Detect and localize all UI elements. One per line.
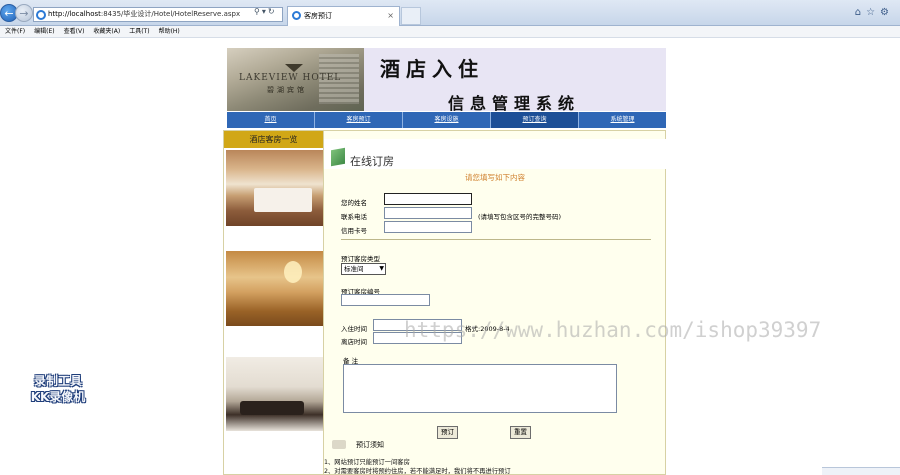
submit-button[interactable]: 预订 bbox=[437, 426, 458, 439]
room-type-value: 标准间 bbox=[344, 265, 364, 273]
cube-icon bbox=[331, 147, 345, 167]
new-tab-button[interactable] bbox=[401, 7, 421, 25]
browser-right-icons: ⌂☆⚙ bbox=[855, 7, 894, 18]
card-label: 信用卡号 bbox=[341, 227, 367, 235]
room-type-label: 预订客房类型 bbox=[341, 255, 380, 263]
checkout-label: 离店时间 bbox=[341, 338, 367, 346]
room-type-select[interactable]: 标准间 ▼ bbox=[341, 263, 386, 275]
rule-text-2: 2、对需要客房时将预约住房，若不能满足时，我们将不再进行预订 bbox=[324, 468, 511, 475]
rules-title: 预订须知 bbox=[356, 441, 384, 449]
watermark-text: https://www.huzhan.com/ishop39397 bbox=[404, 318, 822, 342]
tab-ie-icon bbox=[292, 11, 301, 20]
nav-system-admin[interactable]: 系统管理 bbox=[579, 112, 666, 128]
nav-room-booking[interactable]: 客房预订 bbox=[315, 112, 403, 128]
recorder-label-line1: 录制工具 bbox=[33, 374, 82, 388]
menu-bar: 文件(F) 编辑(E) 查看(V) 收藏夹(A) 工具(T) 帮助(H) bbox=[0, 26, 900, 38]
home-icon[interactable]: ⌂ bbox=[855, 7, 866, 18]
logo-english: LAKEVIEW HOTEL bbox=[239, 73, 342, 83]
site-banner: LAKEVIEW HOTEL 碧湖宾馆 酒店入住 信息管理系统 bbox=[227, 48, 666, 113]
lamp-image bbox=[284, 261, 302, 283]
reset-button[interactable]: 重置 bbox=[510, 426, 531, 439]
browser-tab[interactable]: 客房预订 × bbox=[287, 6, 400, 26]
address-path: :8435/毕业设计/Hotel/HotelReserve.aspx bbox=[100, 10, 241, 18]
forward-button[interactable]: → bbox=[15, 4, 33, 22]
nav-home[interactable]: 首页 bbox=[227, 112, 315, 128]
room-number-input[interactable] bbox=[341, 294, 430, 306]
menu-edit[interactable]: 编辑(E) bbox=[34, 26, 54, 38]
menu-tools[interactable]: 工具(T) bbox=[129, 26, 149, 38]
card-input[interactable] bbox=[384, 221, 472, 233]
sofa-image bbox=[240, 401, 304, 415]
rules-header: 预订须知 bbox=[330, 439, 390, 451]
rule-item-1: 1、网站预订只能预订一间客房 bbox=[324, 457, 410, 466]
refresh-icon[interactable]: ↻ bbox=[268, 7, 277, 16]
phone-label: 联系电话 bbox=[341, 213, 367, 221]
room-photo-3 bbox=[226, 357, 323, 431]
search-icon[interactable]: ⚲ bbox=[254, 7, 262, 16]
recorder-label-line2: KK录像机 bbox=[30, 390, 86, 404]
main-nav: 首页 客房预订 客房设施 预订查询 系统管理 bbox=[227, 112, 666, 128]
ie-icon bbox=[36, 10, 46, 20]
favorites-icon[interactable]: ☆ bbox=[866, 7, 880, 18]
form-divider bbox=[341, 239, 651, 240]
nav-booking-query[interactable]: 预订查询 bbox=[491, 112, 579, 128]
pencil-icon bbox=[332, 440, 346, 449]
form-hint: 请您填写如下内容 bbox=[465, 173, 525, 182]
gear-icon[interactable]: ⚙ bbox=[880, 7, 894, 18]
logo-chinese: 碧湖宾馆 bbox=[267, 86, 307, 94]
browser-titlebar: ← → http://localhost:8435/毕业设计/Hotel/Hot… bbox=[0, 0, 900, 26]
room-photo-2 bbox=[226, 251, 323, 326]
remark-textarea[interactable] bbox=[343, 364, 617, 413]
phone-note: (请填写包含区号的完整号码) bbox=[478, 213, 562, 221]
status-bar bbox=[822, 467, 900, 475]
menu-favorites[interactable]: 收藏夹(A) bbox=[93, 26, 120, 38]
hotel-logo-mark bbox=[285, 64, 303, 72]
content-header: 在线订房 bbox=[324, 139, 666, 169]
bed-image bbox=[254, 188, 312, 212]
sidebar-title: 酒店客房一览 bbox=[224, 131, 323, 148]
checkin-label: 入住时间 bbox=[341, 325, 367, 333]
menu-help[interactable]: 帮助(H) bbox=[159, 26, 180, 38]
chevron-down-icon: ▼ bbox=[379, 265, 384, 272]
menu-file[interactable]: 文件(F) bbox=[5, 26, 25, 38]
banner-title-line1: 酒店入住 bbox=[380, 57, 484, 81]
tab-title: 客房预订 bbox=[304, 12, 332, 20]
address-bar[interactable]: http://localhost:8435/毕业设计/Hotel/HotelRe… bbox=[33, 7, 283, 22]
rule-text-1: 1、网站预订只能预订一间客房 bbox=[324, 459, 410, 466]
hotel-logo-photo: LAKEVIEW HOTEL 碧湖宾馆 bbox=[227, 48, 364, 111]
booking-form-panel: 在线订房 请您填写如下内容 您的姓名 联系电话 (请填写包含区号的完整号码) 信… bbox=[324, 130, 666, 475]
phone-input[interactable] bbox=[384, 207, 472, 219]
menu-view[interactable]: 查看(V) bbox=[64, 26, 85, 38]
address-host: http://localhost bbox=[48, 10, 101, 18]
room-sidebar: 酒店客房一览 bbox=[223, 130, 324, 475]
room-photo-1 bbox=[226, 150, 323, 226]
close-tab-icon[interactable]: × bbox=[387, 7, 394, 25]
name-label: 您的姓名 bbox=[341, 199, 367, 207]
banner-title-line2: 信息管理系统 bbox=[448, 94, 581, 113]
rule-item-2: 2、对需要客房时将预约住房，若不能满足时，我们将不再进行预订 bbox=[324, 466, 511, 475]
nav-room-facilities[interactable]: 客房设施 bbox=[403, 112, 491, 128]
page-title: 在线订房 bbox=[350, 155, 394, 168]
name-input[interactable] bbox=[384, 193, 472, 205]
address-tools[interactable]: ⚲▾↻ bbox=[254, 7, 277, 16]
